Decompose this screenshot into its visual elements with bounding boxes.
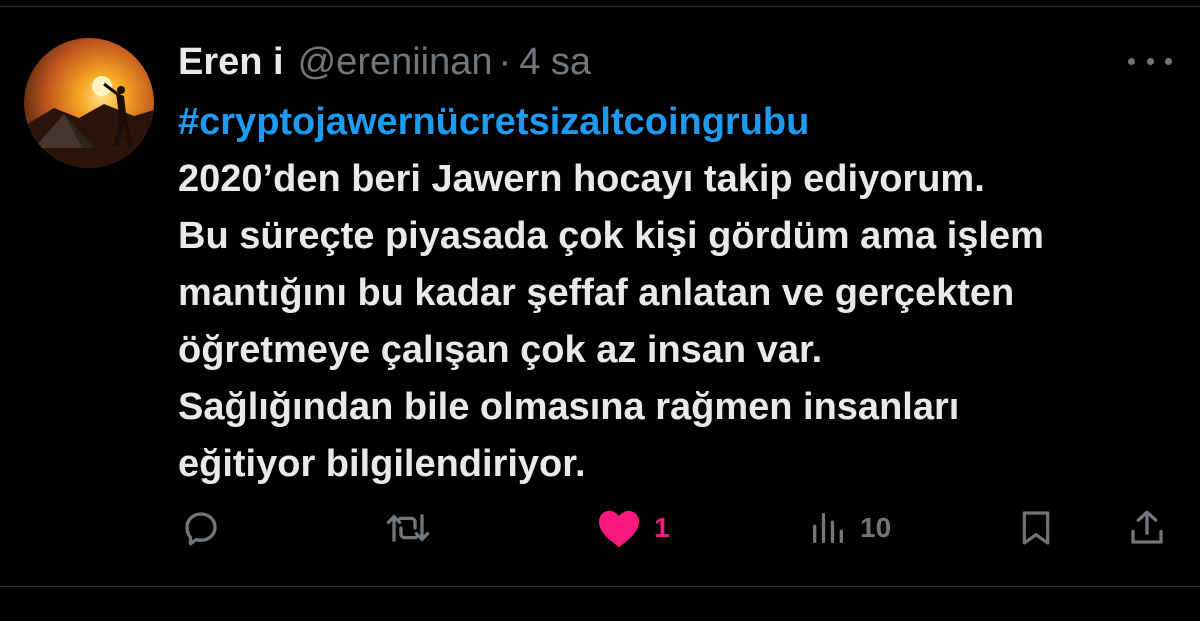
more-options-button[interactable] bbox=[1128, 46, 1172, 76]
views-count: 10 bbox=[860, 512, 892, 543]
hashtag-link[interactable]: #cryptojawernücretsizaltcoingrubu bbox=[178, 94, 1178, 151]
more-dot-icon bbox=[1146, 57, 1154, 65]
bookmark-icon bbox=[1022, 511, 1050, 545]
avatar[interactable] bbox=[24, 38, 154, 168]
reply-icon bbox=[185, 512, 217, 546]
reply-button[interactable] bbox=[180, 503, 222, 553]
more-dot-icon bbox=[1165, 57, 1172, 65]
tweet-text-line: mantığını bu kadar şeffaf anlatan ve ger… bbox=[178, 272, 1015, 314]
like-button[interactable]: 1 bbox=[596, 503, 670, 553]
user-handle[interactable]: @ereniinan bbox=[298, 41, 493, 84]
retweet-button[interactable] bbox=[384, 503, 432, 553]
tweet-text-line: Bu süreçte piyasada çok kişi gördüm ama … bbox=[178, 215, 1044, 257]
timestamp[interactable]: 4 sa bbox=[519, 41, 591, 84]
bookmark-button[interactable] bbox=[1016, 503, 1056, 553]
share-button[interactable] bbox=[1126, 503, 1168, 553]
tweet-text-line: 2020’den beri Jawern hocayı takip ediyor… bbox=[178, 158, 985, 200]
tweet-text-line: öğretmeye çalışan çok az insan var. bbox=[178, 329, 823, 371]
tweet-actions: 1 10 bbox=[0, 503, 1200, 553]
top-divider bbox=[0, 6, 1200, 7]
views-button[interactable]: 10 bbox=[808, 503, 891, 553]
display-name[interactable]: Eren i bbox=[178, 41, 284, 84]
tweet-header: Eren i @ereniinan · 4 sa bbox=[178, 38, 591, 86]
more-dot-icon bbox=[1128, 57, 1135, 65]
tweet-text-line: eğitiyor bilgilendiriyor. bbox=[178, 443, 586, 485]
separator-dot: · bbox=[498, 40, 512, 83]
heart-filled-icon bbox=[598, 510, 640, 548]
tweet-text: #cryptojawernücretsizaltcoingrubu 2020’d… bbox=[178, 94, 1178, 493]
share-icon bbox=[1131, 510, 1163, 544]
like-count: 1 bbox=[654, 512, 670, 543]
bottom-divider bbox=[0, 586, 1200, 587]
bar-chart-icon bbox=[813, 513, 843, 543]
avatar-image bbox=[24, 38, 154, 168]
tweet-text-line: Sağlığından bile olmasına rağmen insanla… bbox=[178, 386, 960, 428]
retweet-icon bbox=[386, 514, 430, 542]
